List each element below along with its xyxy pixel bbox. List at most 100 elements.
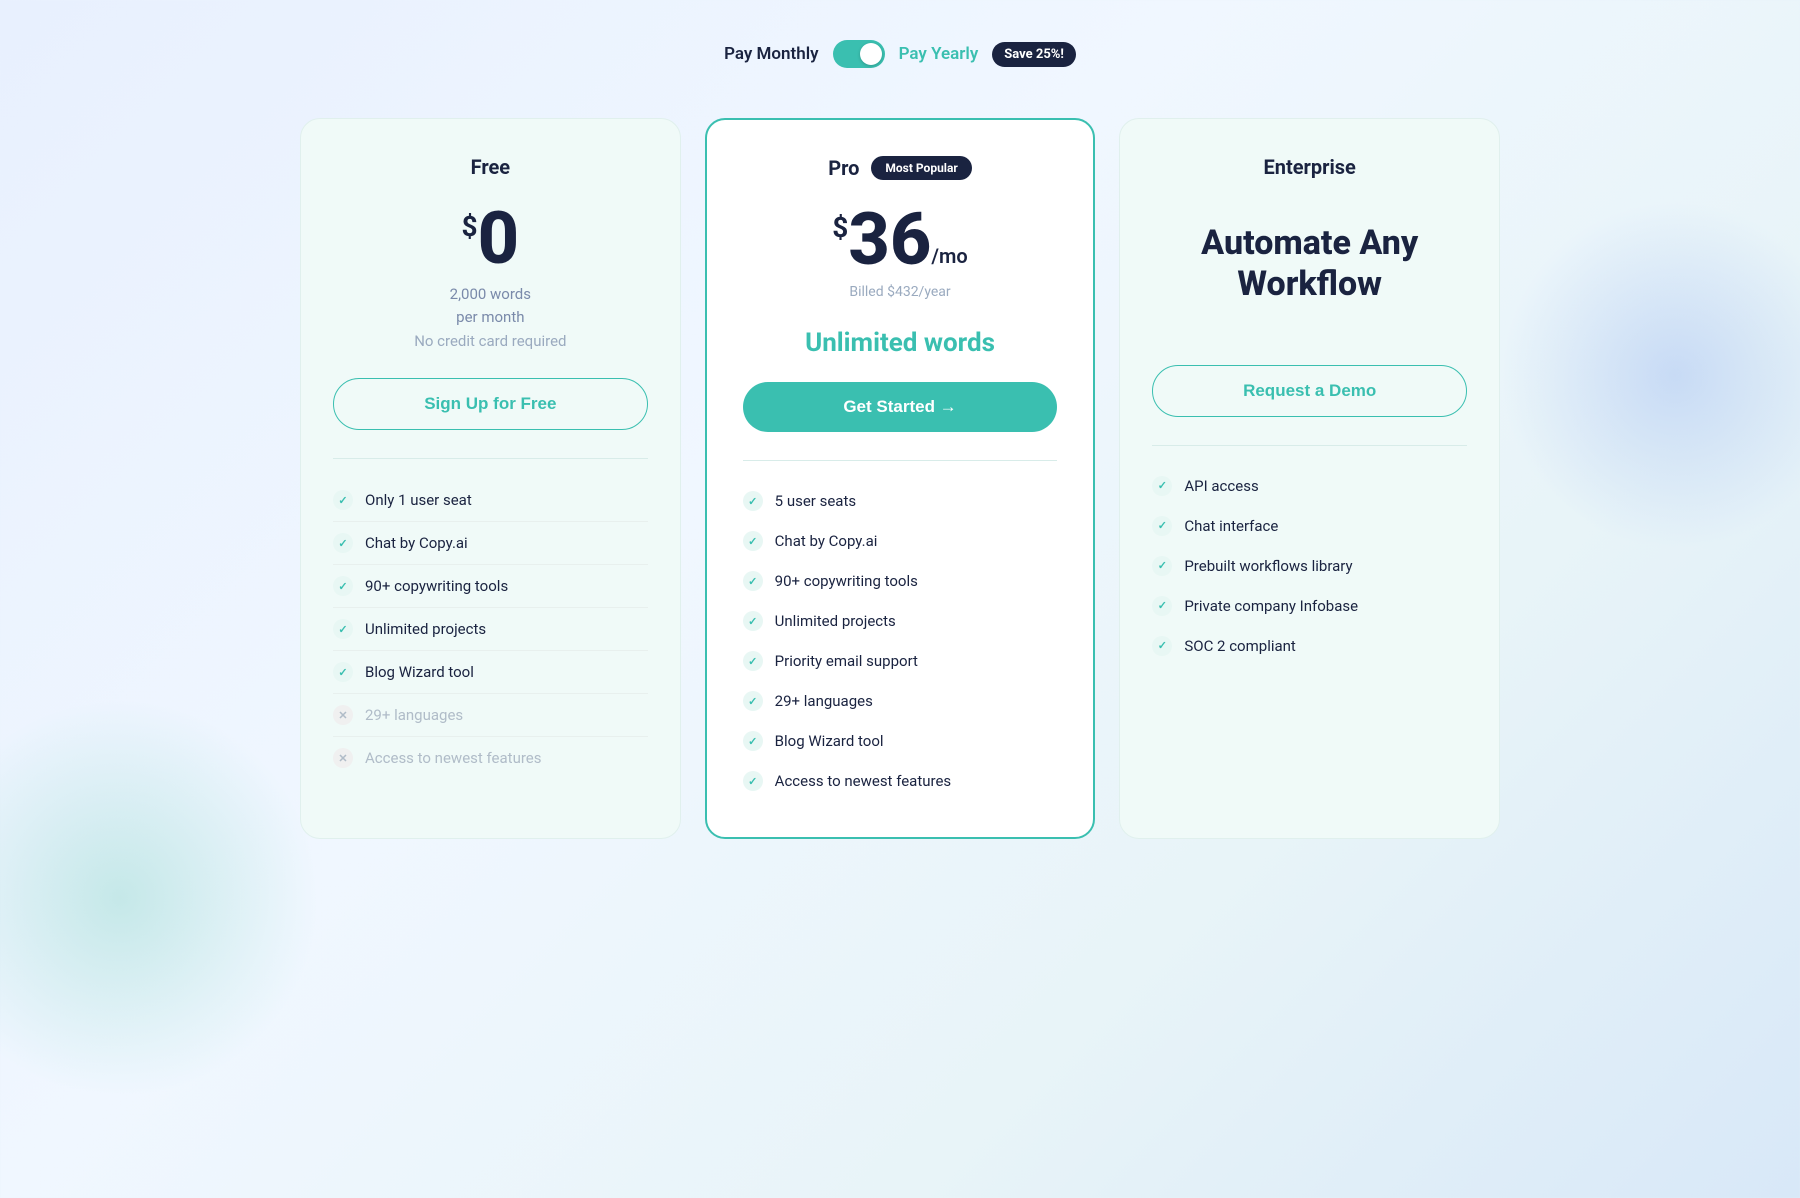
most-popular-badge: Most Popular [871,156,971,180]
pro-unlimited-text: Unlimited words [743,328,1058,358]
enterprise-plan-name: Enterprise [1264,155,1356,179]
check-icon: ✓ [743,731,763,751]
pro-price-number: 36 [848,204,931,276]
check-icon: ✓ [1152,636,1172,656]
pro-features-list: ✓ 5 user seats ✓ Chat by Copy.ai ✓ 90+ c… [743,481,1058,801]
pro-price-period: /mo [931,246,967,266]
x-icon: ✕ [333,705,353,725]
check-icon: ✓ [743,611,763,631]
feature-text: API access [1184,477,1258,495]
feature-text: Prebuilt workflows library [1184,557,1352,575]
check-icon: ✓ [1152,516,1172,536]
pro-cta-button[interactable]: Get Started → [743,382,1058,432]
feature-text: Chat by Copy.ai [365,534,468,552]
save-badge: Save 25%! [992,42,1076,67]
pro-price-dollar: $ [832,214,848,242]
check-icon: ✓ [333,533,353,553]
feature-text: Access to newest features [775,772,951,790]
enterprise-features-divider [1152,445,1467,446]
feature-text: Blog Wizard tool [775,732,884,750]
list-item: ✓ 5 user seats [743,481,1058,521]
free-features-list: ✓ Only 1 user seat ✓ Chat by Copy.ai ✓ 9… [333,479,648,779]
feature-text: 5 user seats [775,492,856,510]
list-item: ✓ 29+ languages [743,681,1058,721]
list-item: ✓ API access [1152,466,1467,506]
pro-plan-card: Pro Most Popular $ 36 /mo Billed $432/ye… [705,118,1096,839]
feature-text: 90+ copywriting tools [775,572,918,590]
list-item: ✕ 29+ languages [333,694,648,737]
list-item: ✓ Priority email support [743,641,1058,681]
pro-plan-name: Pro [828,156,859,180]
list-item: ✓ Only 1 user seat [333,479,648,522]
free-price-number: 0 [478,203,520,275]
check-icon: ✓ [1152,556,1172,576]
feature-text: Unlimited projects [775,612,896,630]
check-icon: ✓ [333,490,353,510]
pro-features-divider [743,460,1058,461]
free-price-section: $ 0 [333,203,648,275]
enterprise-headline: Automate Any Workflow [1152,223,1467,305]
free-price-subtitle: 2,000 words per month [333,283,648,328]
check-icon: ✓ [743,571,763,591]
list-item: ✓ Chat by Copy.ai [333,522,648,565]
pay-monthly-label: Pay Monthly [724,44,819,64]
feature-text: 29+ languages [775,692,873,710]
pro-price-section: $ 36 /mo [743,204,1058,276]
list-item: ✓ Chat interface [1152,506,1467,546]
feature-text: Chat by Copy.ai [775,532,878,550]
feature-text: 90+ copywriting tools [365,577,508,595]
free-price-amount: $ 0 [333,203,648,275]
feature-text: Priority email support [775,652,918,670]
list-item: ✓ Unlimited projects [333,608,648,651]
check-icon: ✓ [333,662,353,682]
pricing-cards: Free $ 0 2,000 words per month No credit… [300,118,1500,839]
check-icon: ✓ [1152,596,1172,616]
enterprise-plan-card: Enterprise Automate Any Workflow Request… [1119,118,1500,839]
check-icon: ✓ [1152,476,1172,496]
list-item: ✓ Chat by Copy.ai [743,521,1058,561]
free-plan-name: Free [471,155,510,179]
billing-toggle-section: Pay Monthly Pay Yearly Save 25%! [724,40,1076,68]
check-icon: ✓ [743,531,763,551]
enterprise-features-list: ✓ API access ✓ Chat interface ✓ Prebuilt… [1152,466,1467,666]
pro-billed-text: Billed $432/year [743,284,1058,300]
free-features-divider [333,458,648,459]
list-item: ✓ Blog Wizard tool [333,651,648,694]
free-plan-card: Free $ 0 2,000 words per month No credit… [300,118,681,839]
pro-price-amount: $ 36 /mo [743,204,1058,276]
list-item: ✓ Prebuilt workflows library [1152,546,1467,586]
feature-text: Only 1 user seat [365,491,472,509]
feature-text: Private company Infobase [1184,597,1358,615]
feature-text: Blog Wizard tool [365,663,474,681]
list-item: ✓ 90+ copywriting tools [743,561,1058,601]
free-price-dollar: $ [462,213,478,241]
enterprise-card-header: Enterprise [1152,155,1467,179]
check-icon: ✓ [743,771,763,791]
check-icon: ✓ [743,651,763,671]
feature-text: Unlimited projects [365,620,486,638]
check-icon: ✓ [743,491,763,511]
x-icon: ✕ [333,748,353,768]
list-item: ✓ Access to newest features [743,761,1058,801]
free-card-header: Free [333,155,648,179]
check-icon: ✓ [333,619,353,639]
list-item: ✓ Private company Infobase [1152,586,1467,626]
list-item: ✓ SOC 2 compliant [1152,626,1467,666]
feature-text: Chat interface [1184,517,1278,535]
feature-text: SOC 2 compliant [1184,637,1296,655]
feature-text: 29+ languages [365,706,463,724]
check-icon: ✓ [743,691,763,711]
free-no-credit: No credit card required [333,332,648,350]
list-item: ✓ Blog Wizard tool [743,721,1058,761]
list-item: ✓ 90+ copywriting tools [333,565,648,608]
list-item: ✕ Access to newest features [333,737,648,779]
enterprise-cta-button[interactable]: Request a Demo [1152,365,1467,417]
list-item: ✓ Unlimited projects [743,601,1058,641]
pro-card-header: Pro Most Popular [743,156,1058,180]
billing-toggle[interactable] [833,40,885,68]
check-icon: ✓ [333,576,353,596]
pay-yearly-label: Pay Yearly [899,44,979,64]
free-cta-button[interactable]: Sign Up for Free [333,378,648,430]
toggle-knob [860,43,882,65]
feature-text: Access to newest features [365,749,541,767]
